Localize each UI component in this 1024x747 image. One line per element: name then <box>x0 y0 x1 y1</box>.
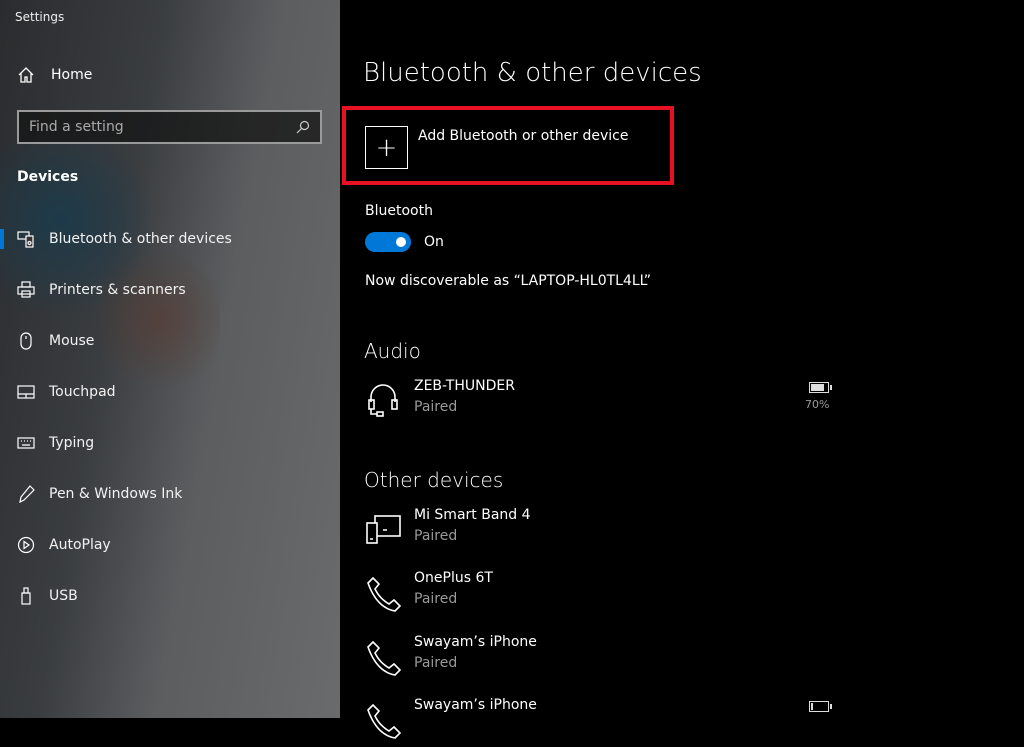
phone-icon <box>367 703 402 739</box>
bluetooth-label: Bluetooth <box>365 203 433 219</box>
sidebar-item-printers[interactable]: Printers & scanners <box>0 270 340 310</box>
sidebar-item-mouse[interactable]: Mouse <box>0 321 340 361</box>
device-status: Paired <box>414 591 458 607</box>
device-name: OnePlus 6T <box>414 570 493 586</box>
device-name: ZEB-THUNDER <box>414 378 515 394</box>
sidebar-item-label: USB <box>49 588 78 604</box>
search-input[interactable]: Find a setting <box>17 110 322 144</box>
app-title: Settings <box>15 10 65 24</box>
sidebar-home[interactable]: Home <box>17 66 92 84</box>
sidebar-item-autoplay[interactable]: AutoPlay <box>0 525 340 565</box>
keyboard-icon <box>17 434 35 452</box>
mouse-icon <box>17 332 35 350</box>
sidebar-item-label: Pen & Windows Ink <box>49 486 183 502</box>
device-status: Paired <box>414 528 458 544</box>
printer-icon <box>17 281 35 299</box>
plus-icon: + <box>375 132 398 163</box>
sidebar-item-label: Typing <box>49 435 95 451</box>
sidebar-item-touchpad[interactable]: Touchpad <box>0 372 340 412</box>
device-status: Paired <box>414 399 458 415</box>
bluetooth-devices-icon <box>17 230 35 248</box>
touchpad-icon <box>17 383 35 401</box>
device-item[interactable]: Swayam’s iPhone <box>365 697 845 747</box>
sidebar-item-label: Printers & scanners <box>49 282 186 298</box>
device-item[interactable]: Swayam’s iPhone Paired <box>365 634 845 684</box>
autoplay-icon <box>17 536 35 554</box>
device-status: Paired <box>414 655 458 671</box>
page-title: Bluetooth & other devices <box>363 58 702 88</box>
bluetooth-state: On <box>424 234 444 250</box>
device-item[interactable]: OnePlus 6T Paired <box>365 570 845 620</box>
sidebar-item-bluetooth[interactable]: Bluetooth & other devices <box>0 219 340 259</box>
pen-icon <box>17 485 35 503</box>
discoverable-text: Now discoverable as “LAPTOP-HL0TL4LL” <box>365 273 652 289</box>
device-name: Swayam’s iPhone <box>414 697 537 713</box>
device-item[interactable]: ZEB-THUNDER Paired 70% <box>365 378 845 428</box>
sidebar-item-typing[interactable]: Typing <box>0 423 340 463</box>
home-label: Home <box>51 67 93 83</box>
device-item[interactable]: Mi Smart Band 4 Paired <box>365 507 845 557</box>
other-devices-heading: Other devices <box>364 468 504 492</box>
add-device-button[interactable]: + <box>365 126 408 169</box>
sidebar-item-label: Bluetooth & other devices <box>49 231 232 247</box>
bluetooth-toggle[interactable] <box>365 232 411 252</box>
sidebar-item-label: AutoPlay <box>49 537 111 553</box>
phone-icon <box>367 576 402 612</box>
search-placeholder: Find a setting <box>29 119 124 135</box>
sidebar-item-label: Mouse <box>49 333 95 349</box>
add-device-label[interactable]: Add Bluetooth or other device <box>418 128 628 144</box>
search-icon[interactable] <box>296 120 310 134</box>
audio-heading: Audio <box>364 339 421 363</box>
sidebar-item-usb[interactable]: USB <box>0 576 340 616</box>
section-heading: Devices <box>17 169 79 185</box>
phone-icon <box>367 640 402 676</box>
battery-icon <box>809 701 832 712</box>
device-name: Mi Smart Band 4 <box>414 507 531 523</box>
battery-percent: 70% <box>805 398 830 411</box>
sidebar-item-pen[interactable]: Pen & Windows Ink <box>0 474 340 514</box>
devices-icon <box>366 515 401 544</box>
usb-icon <box>17 587 35 605</box>
selection-indicator <box>0 229 4 249</box>
battery-icon <box>809 382 832 393</box>
sidebar-item-label: Touchpad <box>49 384 116 400</box>
sidebar: Settings Home Find a setting Devices Blu… <box>0 0 340 718</box>
home-icon <box>18 67 34 83</box>
device-name: Swayam’s iPhone <box>414 634 537 650</box>
headset-icon <box>368 384 398 417</box>
